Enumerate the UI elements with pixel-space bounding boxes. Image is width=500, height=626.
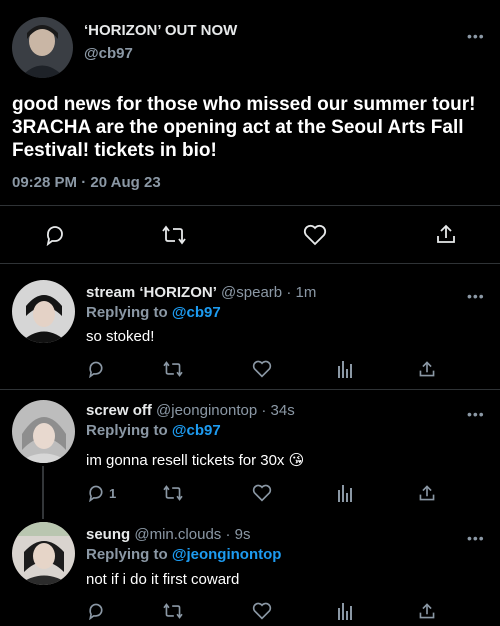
more-icon[interactable]: ••• xyxy=(467,531,485,545)
like-icon[interactable] xyxy=(303,224,327,246)
reply-icon[interactable]: 1 xyxy=(87,484,116,502)
more-icon[interactable]: ••• xyxy=(467,407,485,421)
replying-to: Replying to @cb97 xyxy=(86,422,221,439)
avatar[interactable] xyxy=(12,280,75,343)
share-icon[interactable] xyxy=(418,484,436,502)
share-icon[interactable] xyxy=(418,602,436,620)
handle[interactable]: @cb97 xyxy=(84,45,133,62)
stats-icon[interactable] xyxy=(336,360,354,378)
reply-icon[interactable] xyxy=(87,602,105,620)
mention-link[interactable]: @cb97 xyxy=(172,422,221,439)
thread-line xyxy=(42,466,44,519)
more-icon[interactable]: ••• xyxy=(467,289,485,303)
replying-label: Replying to xyxy=(86,304,168,321)
reply-icon[interactable] xyxy=(44,224,66,246)
replying-to: Replying to @cb97 xyxy=(86,304,221,321)
display-name[interactable]: ‘HORIZON’ OUT NOW xyxy=(84,22,237,39)
replying-label: Replying to xyxy=(86,422,168,439)
tweet-text: good news for those who missed our summe… xyxy=(12,94,476,161)
stats-icon[interactable] xyxy=(336,602,354,620)
display-name[interactable]: seung xyxy=(86,526,130,543)
retweet-icon[interactable] xyxy=(162,224,186,246)
like-icon[interactable] xyxy=(252,360,272,378)
reply-header: screw off @jeonginontop · 34s xyxy=(86,402,295,419)
display-name[interactable]: stream ‘HORIZON’ xyxy=(86,284,217,301)
divider xyxy=(0,263,500,264)
reply-header: seung @min.clouds · 9s xyxy=(86,526,250,543)
replying-to: Replying to @jeonginontop xyxy=(86,546,281,563)
avatar[interactable] xyxy=(12,400,75,463)
avatar[interactable] xyxy=(12,17,73,78)
like-icon[interactable] xyxy=(252,484,272,502)
post-time: · 9s xyxy=(225,526,251,543)
reply-icon[interactable] xyxy=(87,360,105,378)
mention-link[interactable]: @cb97 xyxy=(172,304,221,321)
reply-text: im gonna resell tickets for 30x 😘 xyxy=(86,452,305,469)
share-icon[interactable] xyxy=(418,360,436,378)
reply-count: 1 xyxy=(109,485,117,501)
mention-link[interactable]: @jeonginontop xyxy=(172,546,282,563)
timestamp: 09:28 PM · 20 Aug 23 xyxy=(12,174,161,191)
retweet-icon[interactable] xyxy=(163,360,183,378)
handle[interactable]: @min.clouds xyxy=(134,526,221,543)
like-icon[interactable] xyxy=(252,602,272,620)
more-icon[interactable]: ••• xyxy=(467,29,485,43)
share-icon[interactable] xyxy=(435,223,457,245)
avatar[interactable] xyxy=(12,522,75,585)
handle[interactable]: @spearb xyxy=(221,284,282,301)
retweet-icon[interactable] xyxy=(163,484,183,502)
reply-text: so stoked! xyxy=(86,328,155,345)
stats-icon[interactable] xyxy=(336,484,354,502)
handle[interactable]: @jeonginontop xyxy=(156,402,257,419)
retweet-icon[interactable] xyxy=(163,602,183,620)
reply-text: not if i do it first coward xyxy=(86,571,240,588)
replying-label: Replying to xyxy=(86,546,168,563)
reply-header: stream ‘HORIZON’ @spearb · 1m xyxy=(86,284,316,301)
divider xyxy=(0,205,500,206)
divider xyxy=(0,389,500,390)
post-time: · 1m xyxy=(286,284,317,301)
post-time: · 34s xyxy=(261,402,295,419)
display-name[interactable]: screw off xyxy=(86,402,152,419)
